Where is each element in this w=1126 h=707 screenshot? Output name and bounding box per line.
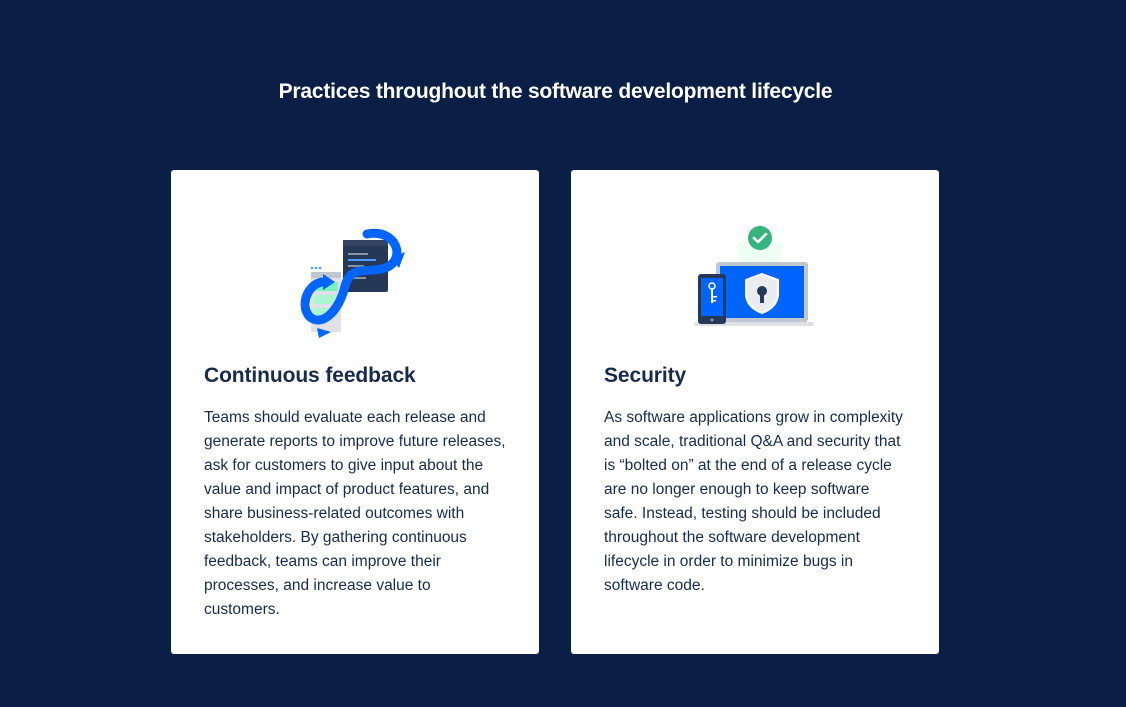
- security-illustration: [571, 224, 939, 342]
- continuous-feedback-illustration: [171, 224, 539, 342]
- feedback-loop-icon: [300, 228, 405, 338]
- card-continuous-feedback: Continuous feedback Teams should evaluat…: [171, 170, 539, 654]
- card-title: Continuous feedback: [204, 364, 416, 387]
- section-title: Practices throughout the software develo…: [278, 80, 833, 104]
- laptop-shield-icon: [694, 226, 814, 326]
- card-title: Security: [604, 364, 687, 387]
- card-security: Security As software applications grow i…: [571, 170, 939, 654]
- card-description: Teams should evaluate each release and g…: [204, 409, 506, 618]
- card-description: As software applications grow in complex…: [604, 409, 903, 594]
